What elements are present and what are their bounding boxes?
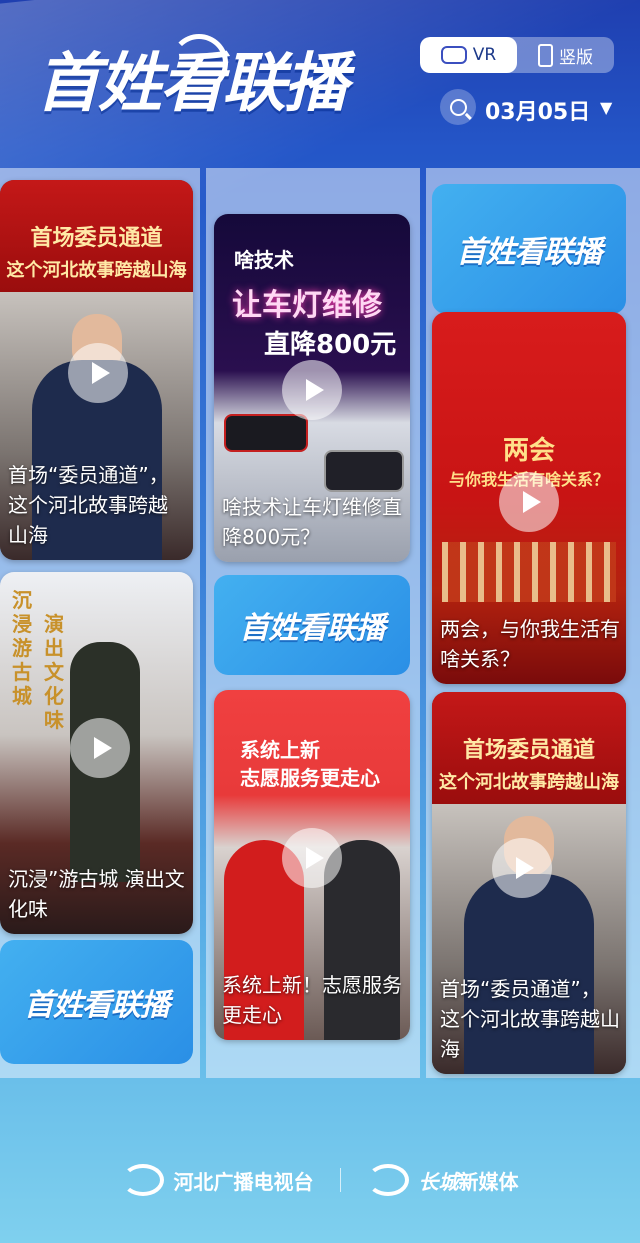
footer-brand-changcheng: 长城 新媒体 [366,1164,519,1196]
date-selector[interactable]: 03月05日 [485,94,590,126]
banner-subtitle: 这个河北故事跨越山海 [6,260,187,281]
brand-tile-text: 首姓看联播 [239,611,386,646]
photo-headlight [324,450,404,492]
poster-line-2: 让车灯维修 [232,288,382,323]
video-card-two-sessions[interactable]: 两会 与你我生活有啥关系？ 两会，与你我生活有啥关系？ [432,312,626,684]
brand-tile-text: 首姓看联播 [456,235,603,270]
search-icon [449,98,467,116]
poster-line-1: 啥技术 [234,248,294,272]
footer-brands: 河北广播电视台 长城 新媒体 [0,1150,640,1210]
poster-line-1: 系统上新 [240,738,320,762]
card-caption: 系统上新！志愿服务更走心 [222,973,402,1027]
card-caption: 首场“委员通道”，这个河北故事跨越山海 [440,977,620,1061]
video-card-headlight-repair[interactable]: 啥技术 让车灯维修 直降800元 啥技术让车灯维修直降800元？ [214,214,410,562]
video-card-committee-passage[interactable]: 首场委员通道 这个河北故事跨越山海 首场“委员通道”，这个河北故事跨越山海 [432,692,626,1074]
footer-org1: 河北广播电视台 [173,1169,314,1194]
play-icon[interactable] [68,343,128,403]
card-caption: 啥技术让车灯维修直降800元？ [222,495,402,549]
search-button[interactable] [440,89,476,125]
card-caption: 沉浸”游古城 演出文化味 [8,867,185,921]
card-banner: 首场委员通道 这个河北故事跨越山海 [432,692,626,807]
photo-headlight [224,414,308,452]
poster-line-2: 志愿服务更走心 [240,766,380,790]
brand-tile: 首姓看联播 [432,184,626,314]
app-logo: 首姓看联播 [36,34,348,121]
portrait-mode-button[interactable]: 竖版 [517,37,614,73]
portrait-mode-label: 竖版 [559,47,593,68]
play-icon[interactable] [492,838,552,898]
phone-icon [538,43,553,67]
play-icon[interactable] [70,718,130,778]
chevron-down-icon[interactable]: ▼ [600,98,612,117]
poster-title-col1: 沉浸游古城 [12,588,32,708]
play-icon[interactable] [499,472,559,532]
video-card-volunteer-service[interactable]: 系统上新 志愿服务更走心 系统上新！志愿服务更走心 [214,690,410,1040]
poster-title-col2: 演出文化味 [44,612,64,732]
footer-divider [339,1168,341,1192]
brand-tile: 首姓看联播 [214,575,410,675]
banner-subtitle: 这个河北故事跨越山海 [439,772,619,793]
card-caption: 首场“委员通道”，这个河北故事跨越山海 [8,463,169,547]
play-icon[interactable] [282,828,342,888]
logo-signal-arc [170,34,228,92]
video-card-committee-passage[interactable]: 首场委员通道 这个河北故事跨越山海 首场“委员通道”，这个河北故事跨越山海 [0,180,193,560]
vr-mode-button[interactable]: VR [420,37,517,73]
banner-title: 首场委员通道 [462,738,595,763]
poster-line-1: 两会 [502,436,555,466]
play-icon[interactable] [282,360,342,420]
view-mode-toggle: VR 竖版 [420,37,614,73]
card-caption: 两会，与你我生活有啥关系？ [440,617,620,671]
video-card-ancient-city[interactable]: 沉浸游古城 演出文化味 沉浸”游古城 演出文化味 [0,572,193,934]
footer-org2-rest: 新媒体 [458,1169,519,1194]
banner-title: 首场委员通道 [30,226,163,251]
vr-mode-label: VR [472,45,497,65]
brand-tile-text: 首姓看联播 [24,988,170,1023]
brand-tile: 首姓看联播 [0,940,193,1064]
poster-line-3: 直降800元 [264,330,397,360]
hebtv-logo-icon [121,1164,164,1196]
footer-org2-script: 长城 [418,1169,459,1194]
changcheng-logo-icon [366,1164,409,1196]
card-banner: 首场委员通道 这个河北故事跨越山海 [0,180,193,295]
photo-great-hall [442,542,616,602]
footer-brand-hebtv: 河北广播电视台 [121,1164,314,1196]
vr-headset-icon [440,46,467,64]
